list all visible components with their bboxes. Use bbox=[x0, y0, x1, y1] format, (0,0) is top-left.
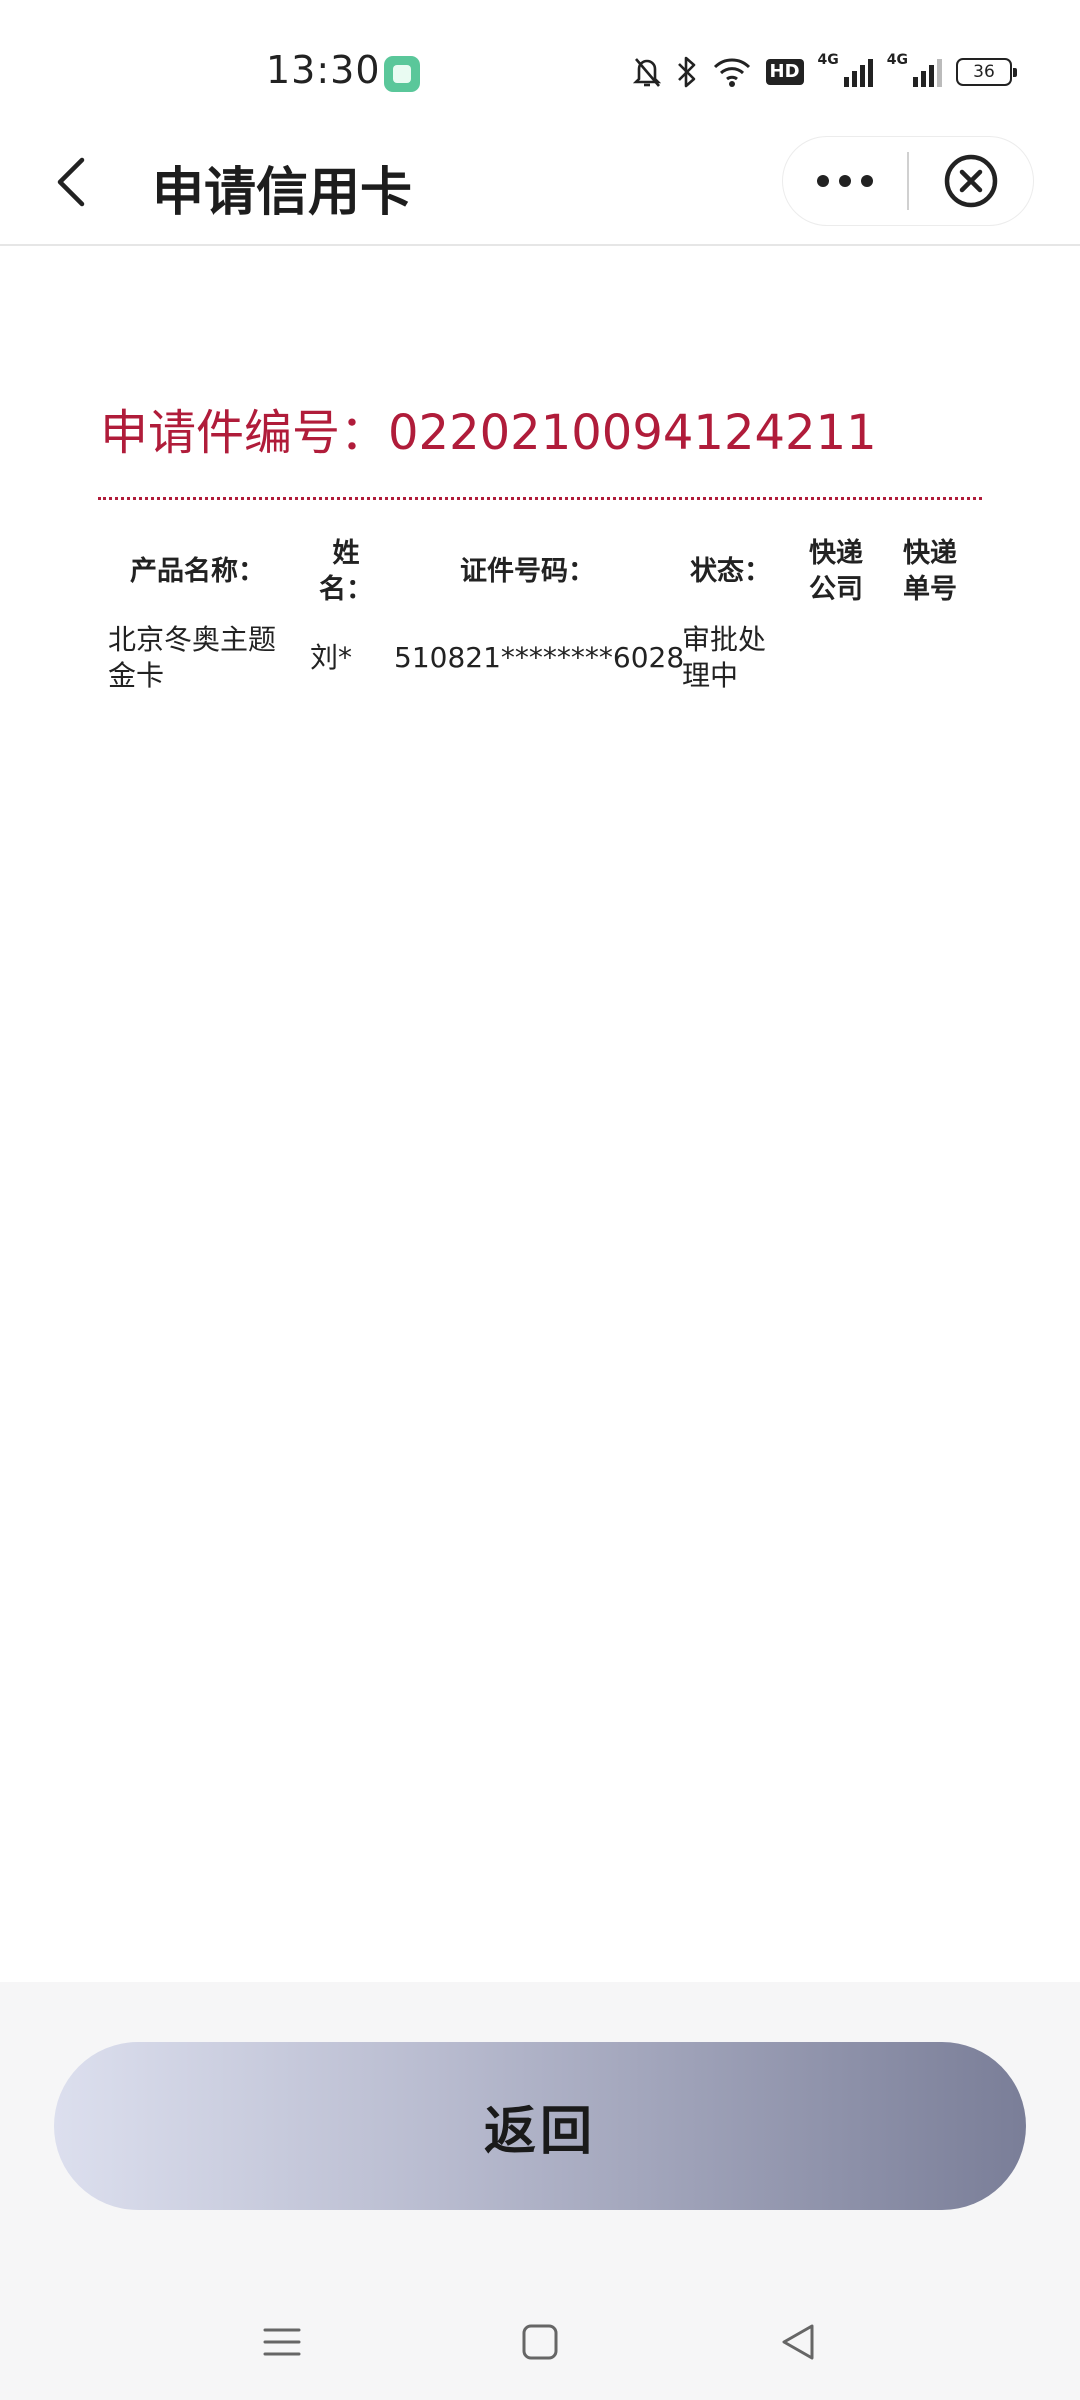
network-type-label: 4G bbox=[886, 52, 908, 68]
wifi-icon bbox=[712, 56, 752, 88]
mini-program-capsule bbox=[782, 136, 1034, 226]
status-bar: 13:30 HD 4G 4G 36 bbox=[0, 0, 1080, 120]
page: 13:30 HD 4G 4G 36 申请信用卡 申请件编号：0220210094… bbox=[0, 0, 1080, 2400]
close-circle-icon bbox=[944, 154, 998, 208]
application-number: 申请件编号：0220210094124211 bbox=[100, 393, 877, 463]
application-number-label: 申请件编号： bbox=[100, 405, 389, 461]
cell-name: 刘* bbox=[310, 641, 353, 674]
chevron-left-icon bbox=[57, 157, 85, 207]
home-square-icon bbox=[522, 2324, 558, 2360]
system-back-button[interactable] bbox=[768, 2312, 828, 2372]
cell-status: 审批处理中 bbox=[682, 623, 767, 692]
more-button[interactable] bbox=[783, 136, 907, 226]
menu-icon bbox=[263, 2328, 301, 2356]
network-type-label: 4G bbox=[817, 52, 839, 68]
menu-button[interactable] bbox=[252, 2312, 312, 2372]
app-notification-icon bbox=[384, 56, 420, 92]
header-product: 产品名称： bbox=[130, 556, 265, 587]
return-button[interactable]: 返回 bbox=[54, 2042, 1026, 2210]
mute-bell-icon bbox=[632, 55, 662, 89]
more-dots-icon bbox=[817, 175, 873, 187]
status-time: 13:30 bbox=[266, 48, 381, 92]
battery-icon: 36 bbox=[956, 58, 1017, 86]
return-button-label: 返回 bbox=[483, 2101, 596, 2162]
nav-bar: 申请信用卡 bbox=[0, 120, 1080, 246]
header-name: 姓名： bbox=[319, 538, 373, 605]
home-button[interactable] bbox=[510, 2312, 570, 2372]
application-number-value: 0220210094124211 bbox=[388, 405, 877, 461]
hd-icon: HD bbox=[765, 59, 804, 85]
signal-icon bbox=[843, 57, 873, 87]
cell-product: 北京冬奥主题金卡 bbox=[108, 623, 277, 692]
header-tracking: 快递单号 bbox=[903, 538, 957, 605]
header-id-number: 证件号码： bbox=[460, 556, 595, 587]
bottom-area: 返回 bbox=[0, 1982, 1080, 2400]
close-button[interactable] bbox=[909, 136, 1033, 226]
header-courier: 快递公司 bbox=[809, 538, 863, 605]
page-title: 申请信用卡 bbox=[152, 163, 413, 223]
dotted-divider bbox=[98, 497, 982, 500]
bluetooth-icon bbox=[676, 55, 698, 89]
back-button[interactable] bbox=[36, 146, 108, 218]
header-status: 状态： bbox=[690, 556, 771, 587]
status-icons: HD 4G 4G 36 bbox=[632, 50, 1017, 94]
back-triangle-icon bbox=[782, 2324, 814, 2360]
signal-icon bbox=[912, 57, 942, 87]
system-navigation-bar bbox=[0, 2282, 1080, 2392]
cell-id-number: 510821********6028 bbox=[394, 641, 685, 674]
